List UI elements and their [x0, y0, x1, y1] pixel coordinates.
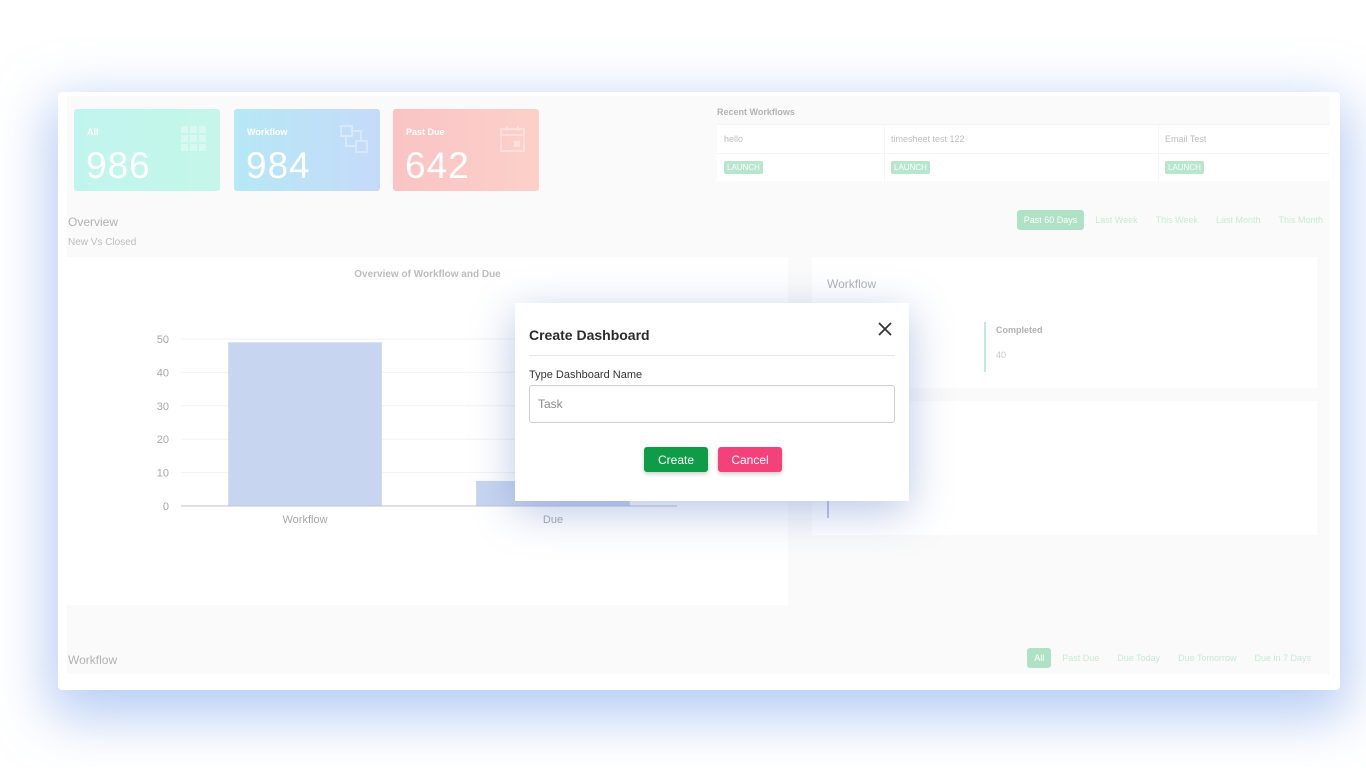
- row-divider: [717, 153, 1330, 154]
- stat-card-all[interactable]: All 986: [74, 109, 220, 191]
- date-filter-group: Past 60 Days Last Week This Week Last Mo…: [1016, 210, 1330, 230]
- recent-workflow-name: timesheet test 122: [891, 134, 965, 144]
- recent-workflows-title: Recent Workflows: [717, 107, 795, 117]
- filter-all[interactable]: All: [1027, 648, 1052, 668]
- recent-workflow-name: hello: [724, 134, 744, 144]
- completed-indicator: [984, 322, 986, 372]
- stat-card-label: Past Due: [406, 127, 445, 137]
- calendar-icon: [500, 126, 525, 152]
- close-icon[interactable]: [877, 321, 893, 337]
- overview-title: Overview: [68, 215, 119, 229]
- filter-due-in-7-days[interactable]: Due in 7 Days: [1247, 648, 1318, 668]
- stat-card-label: All: [87, 127, 99, 137]
- y-tick-label: 50: [157, 334, 169, 346]
- y-tick-label: 10: [157, 468, 169, 480]
- completed-label: Completed: [996, 325, 1043, 335]
- filter-last-week[interactable]: Last Week: [1088, 210, 1144, 230]
- recent-workflows-table: hello timesheet test 122 Email Test LAUN…: [717, 124, 1330, 181]
- filter-this-month[interactable]: This Month: [1271, 210, 1330, 230]
- modal-divider: [529, 355, 895, 356]
- filter-past-due[interactable]: Past Due: [1055, 648, 1106, 668]
- stat-card-past-due[interactable]: Past Due 642: [393, 109, 539, 191]
- filter-this-week[interactable]: This Week: [1149, 210, 1205, 230]
- launch-button[interactable]: LAUNCH: [1165, 161, 1204, 174]
- stat-card-value: 642: [405, 145, 470, 186]
- column-divider: [884, 125, 885, 181]
- filter-due-tomorrow[interactable]: Due Tomorrow: [1171, 648, 1243, 668]
- column-divider: [1158, 125, 1159, 181]
- y-tick-label: 40: [157, 367, 169, 379]
- workflow-icon: [340, 125, 368, 153]
- completed-value: 40: [996, 350, 1007, 360]
- stat-card-value: 986: [86, 145, 151, 186]
- y-tick-label: 30: [157, 401, 169, 413]
- workflow-panel-title: Workflow: [827, 277, 877, 291]
- stat-card-label: Workflow: [247, 127, 288, 137]
- filter-due-today[interactable]: Due Today: [1110, 648, 1167, 668]
- workflow-section-title: Workflow: [68, 653, 118, 667]
- bar: [228, 342, 382, 506]
- x-tick-label: Workflow: [282, 514, 327, 526]
- recent-workflow-name: Email Test: [1165, 134, 1207, 144]
- filter-past-60-days[interactable]: Past 60 Days: [1016, 210, 1085, 230]
- filter-last-month[interactable]: Last Month: [1209, 210, 1268, 230]
- overview-subtitle: New Vs Closed: [68, 237, 137, 248]
- modal-title: Create Dashboard: [529, 327, 650, 343]
- grid-icon: [181, 126, 206, 151]
- x-tick-label: Due: [543, 514, 563, 526]
- y-tick-label: 0: [163, 501, 169, 513]
- stat-card-workflow[interactable]: Workflow 984: [234, 109, 380, 191]
- due-filter-group: All Past Due Due Today Due Tomorrow Due …: [1027, 648, 1318, 668]
- launch-button[interactable]: LAUNCH: [891, 161, 930, 174]
- y-tick-label: 20: [157, 434, 169, 446]
- dashboard-name-label: Type Dashboard Name: [529, 369, 643, 381]
- create-dashboard-modal: Create Dashboard Type Dashboard Name Cre…: [515, 303, 909, 501]
- stat-card-value: 984: [246, 145, 311, 186]
- cancel-button[interactable]: Cancel: [718, 447, 782, 472]
- launch-button[interactable]: LAUNCH: [724, 161, 763, 174]
- create-button[interactable]: Create: [644, 447, 708, 472]
- dashboard-name-input[interactable]: [529, 385, 895, 423]
